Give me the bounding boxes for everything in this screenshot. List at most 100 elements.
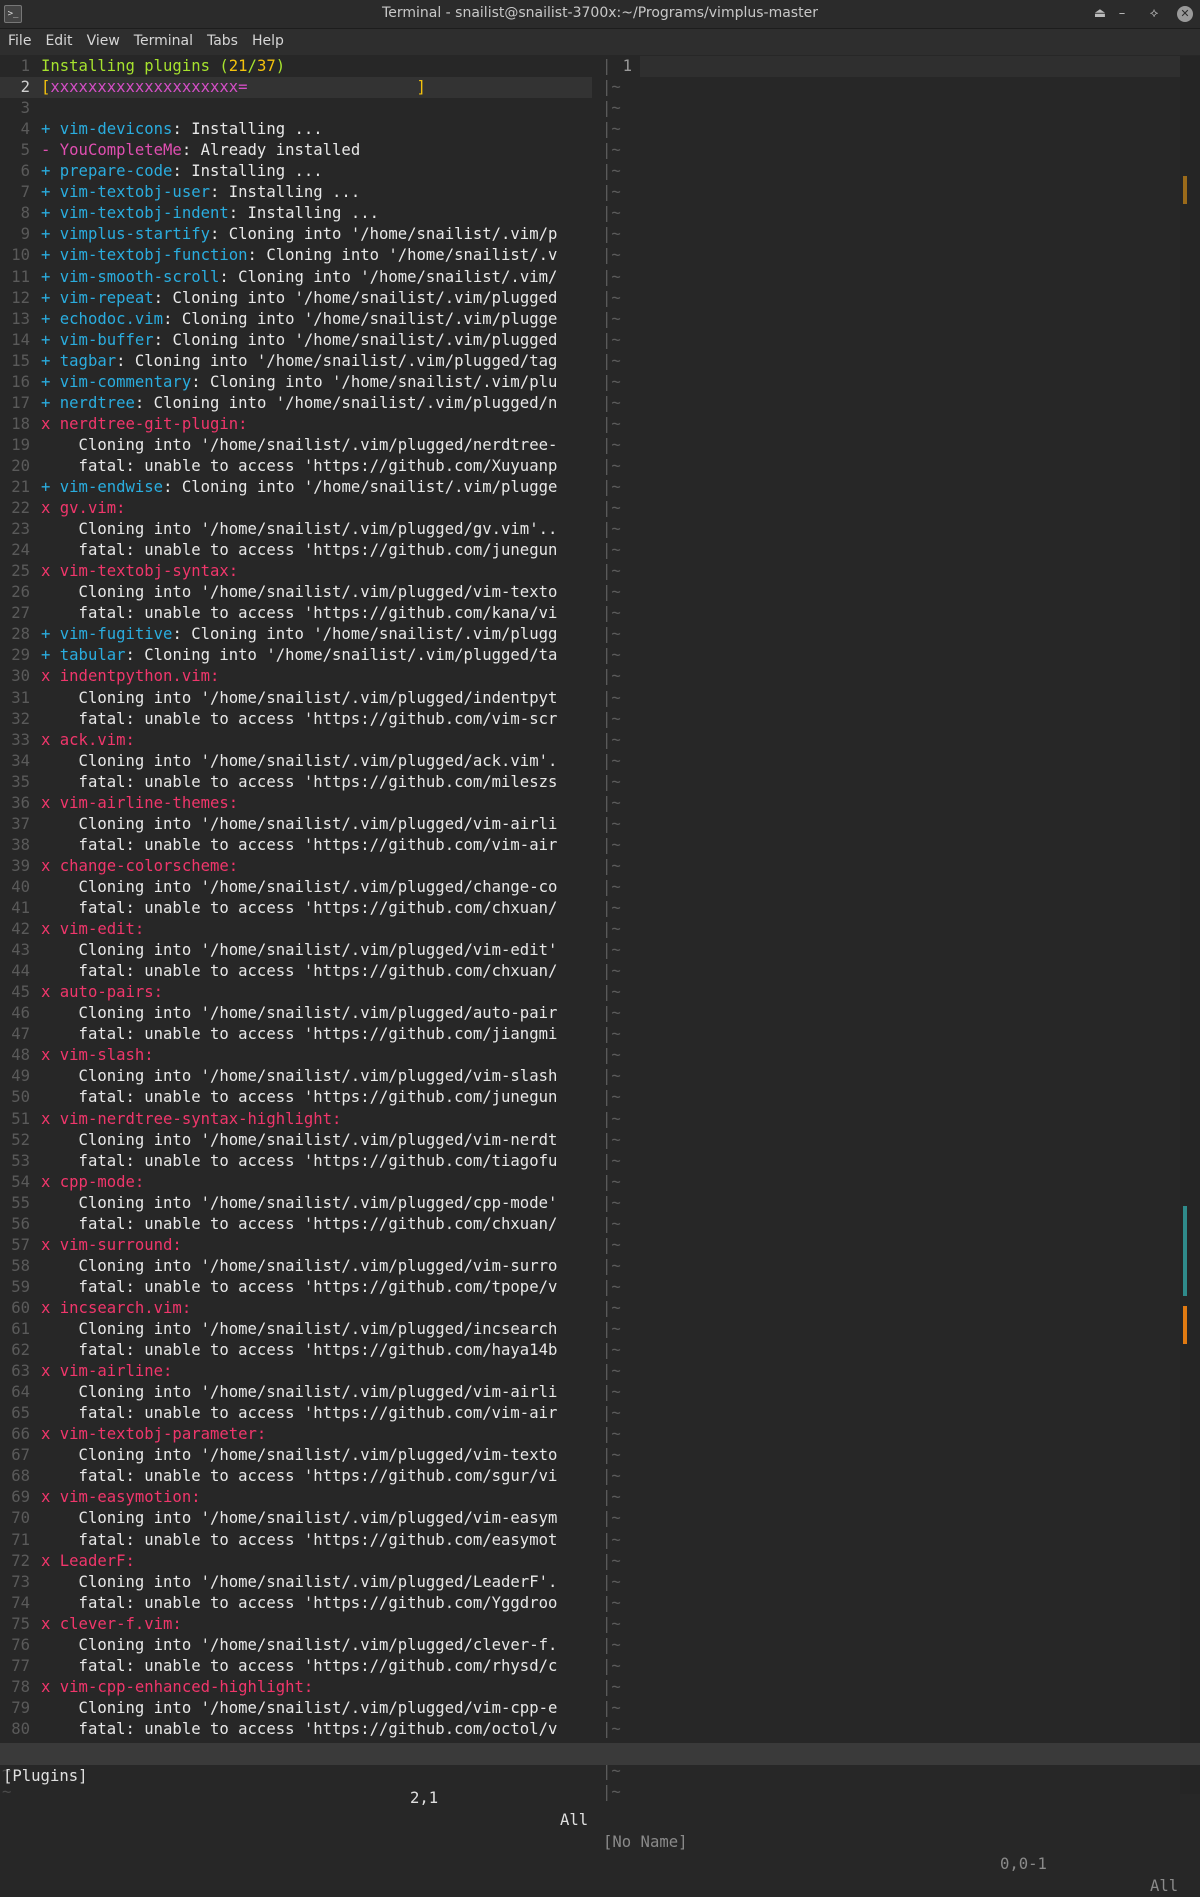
line-text: : Cloning into '/home/snailist/.vim/plug… bbox=[153, 331, 558, 349]
line-text: : Cloning into '/home/snailist/.vim/plug… bbox=[163, 478, 558, 496]
buffer-line: 61 Cloning into '/home/snailist/.vim/plu… bbox=[0, 1319, 557, 1340]
menu-edit[interactable]: Edit bbox=[38, 29, 79, 49]
terminal-area[interactable]: 1 Installing plugins (21/37) 2 [xxxxxxxxxxx… bbox=[0, 56, 1200, 1862]
buffer-line: 5 - YouCompleteMe: Already installed bbox=[0, 140, 361, 161]
line-number: 33 bbox=[11, 731, 30, 749]
buffer-line: 13 + echodoc.vim: Cloning into '/home/sna… bbox=[0, 309, 557, 330]
line-number: 73 bbox=[11, 1573, 30, 1591]
line-text: : Cloning into '/home/snailist/.v bbox=[247, 246, 558, 264]
buffer-line: 14 + vim-buffer: Cloning into '/home/snai… bbox=[0, 330, 557, 351]
line-number: 18 bbox=[11, 415, 30, 433]
line-text: x vim-easymotion: bbox=[41, 1488, 201, 1506]
menu-help[interactable]: Help bbox=[245, 29, 291, 49]
buffer-line: 49 Cloning into '/home/snailist/.vim/plu… bbox=[0, 1066, 557, 1087]
line-number: 58 bbox=[11, 1257, 30, 1275]
line-text: fatal: unable to access 'https://github.… bbox=[41, 899, 558, 917]
line-text: : Installing ... bbox=[172, 162, 323, 180]
line-text: x auto-pairs: bbox=[41, 983, 164, 1001]
menu-tabs[interactable]: Tabs bbox=[200, 29, 245, 49]
line-number: 53 bbox=[11, 1152, 30, 1170]
buffer-line: 28 + vim-fugitive: Cloning into '/home/sn… bbox=[0, 624, 557, 645]
line-number: 37 bbox=[11, 815, 30, 833]
close-button[interactable]: ✕ bbox=[1177, 6, 1193, 22]
line-text: xxxxxxxxxxxxxxxxxxxx= bbox=[50, 78, 248, 96]
buffer-line: 73 Cloning into '/home/snailist/.vim/plu… bbox=[0, 1572, 557, 1593]
line-number: 65 bbox=[11, 1404, 30, 1422]
line-number: 62 bbox=[11, 1341, 30, 1359]
line-number: 47 bbox=[11, 1025, 30, 1043]
line-number: 70 bbox=[11, 1509, 30, 1527]
right-cursor-position: 0,0-1 bbox=[1000, 1855, 1047, 1873]
line-number: 30 bbox=[11, 667, 30, 685]
line-text: + tabular bbox=[41, 646, 126, 664]
plugins-buffer-pane[interactable]: 1 Installing plugins (21/37) 2 [xxxxxxxxxxx… bbox=[0, 56, 595, 1794]
line-number: 80 bbox=[11, 1720, 30, 1738]
line-number: 26 bbox=[11, 583, 30, 601]
buffer-line: 67 Cloning into '/home/snailist/.vim/plu… bbox=[0, 1445, 557, 1466]
line-number: 11 bbox=[11, 268, 30, 286]
buffer-line: 35 fatal: unable to access 'https://gith… bbox=[0, 772, 557, 793]
line-text: fatal: unable to access 'https://github.… bbox=[41, 1404, 558, 1422]
line-text: Cloning into '/home/snailist/.vim/plugge… bbox=[41, 1636, 558, 1654]
buffer-line: 23 Cloning into '/home/snailist/.vim/plu… bbox=[0, 519, 557, 540]
buffer-line: 66 x vim-textobj-parameter: bbox=[0, 1424, 266, 1445]
menu-view[interactable]: View bbox=[80, 29, 127, 49]
line-text: Cloning into '/home/snailist/.vim/plugge… bbox=[41, 1320, 558, 1338]
line-number: 6 bbox=[20, 162, 30, 180]
menu-file[interactable]: File bbox=[0, 29, 38, 49]
buffer-line: 59 fatal: unable to access 'https://gith… bbox=[0, 1277, 557, 1298]
line-text: + vim-textobj-user bbox=[41, 183, 210, 201]
line-number: 57 bbox=[11, 1236, 30, 1254]
buffer-line: 10 + vim-textobj-function: Cloning into '… bbox=[0, 245, 557, 266]
buffer-line: 27 fatal: unable to access 'https://gith… bbox=[0, 603, 557, 624]
line-text: : Cloning into '/home/snailist/.vim/ bbox=[219, 268, 558, 286]
buffer-line: 70 Cloning into '/home/snailist/.vim/plu… bbox=[0, 1508, 557, 1529]
buffer-line: 7 + vim-textobj-user: Installing ... bbox=[0, 182, 361, 203]
line-number: 22 bbox=[11, 499, 30, 517]
line-number: 63 bbox=[11, 1362, 30, 1380]
buffer-line: 22 x gv.vim: bbox=[0, 498, 125, 519]
buffer-line: 63 x vim-airline: bbox=[0, 1361, 172, 1382]
buffer-line: 31 Cloning into '/home/snailist/.vim/plu… bbox=[0, 688, 557, 709]
buffer-line: 42 x vim-edit: bbox=[0, 919, 144, 940]
line-number: 25 bbox=[11, 562, 30, 580]
line-text: Cloning into '/home/snailist/.vim/plugge… bbox=[41, 1131, 558, 1149]
line-number: 46 bbox=[11, 1004, 30, 1022]
maximize-button[interactable]: ⟡ bbox=[1144, 4, 1164, 24]
line-number: 23 bbox=[11, 520, 30, 538]
line-text: + vim-fugitive bbox=[41, 625, 173, 643]
menu-bar: File Edit View Terminal Tabs Help bbox=[0, 29, 1200, 55]
line-text: x vim-edit: bbox=[41, 920, 145, 938]
buffer-line: 74 fatal: unable to access 'https://gith… bbox=[0, 1593, 557, 1614]
window-separator: | |~ |~ |~ |~ |~ |~ |~ |~ |~ |~ |~ |~ |~ |~ |~ |~ |~ |~ |~ |… bbox=[596, 56, 621, 1801]
line-number: 3 bbox=[20, 99, 30, 117]
line-text: fatal: unable to access 'https://github.… bbox=[41, 604, 558, 622]
line-number: 50 bbox=[11, 1088, 30, 1106]
line-text: x vim-airline: bbox=[41, 1362, 173, 1380]
line-number: 41 bbox=[11, 899, 30, 917]
buffer-line: 58 Cloning into '/home/snailist/.vim/plu… bbox=[0, 1256, 557, 1277]
menu-terminal[interactable]: Terminal bbox=[127, 29, 200, 49]
buffer-line: 79 Cloning into '/home/snailist/.vim/plu… bbox=[0, 1698, 557, 1719]
line-number: 78 bbox=[11, 1678, 30, 1696]
line-text: x clever-f.vim: bbox=[41, 1615, 182, 1633]
line-text: + vim-smooth-scroll bbox=[41, 268, 220, 286]
line-number: 51 bbox=[11, 1110, 30, 1128]
buffer-line: 6 + prepare-code: Installing ... bbox=[0, 161, 323, 182]
buffer-line: 41 fatal: unable to access 'https://gith… bbox=[0, 898, 557, 919]
buffer-line: 38 fatal: unable to access 'https://gith… bbox=[0, 835, 557, 856]
shade-button[interactable]: ⏏ bbox=[1090, 4, 1110, 24]
line-number: 59 bbox=[11, 1278, 30, 1296]
line-text: x vim-slash: bbox=[41, 1046, 154, 1064]
line-number: 2 bbox=[20, 78, 30, 96]
terminal-scrollbar[interactable] bbox=[1180, 56, 1200, 1794]
buffer-line: 26 Cloning into '/home/snailist/.vim/plu… bbox=[0, 582, 557, 603]
line-text: + echodoc.vim bbox=[41, 310, 164, 328]
line-text: fatal: unable to access 'https://github.… bbox=[41, 1531, 558, 1549]
minimize-button[interactable]: – bbox=[1112, 4, 1132, 24]
line-number: 67 bbox=[11, 1446, 30, 1464]
line-text: Cloning into '/home/snailist/.vim/plugge… bbox=[41, 1383, 558, 1401]
empty-buffer-pane[interactable]: 1 bbox=[608, 56, 1180, 1794]
buffer-line: 18 x nerdtree-git-plugin: bbox=[0, 414, 247, 435]
line-text: Cloning into '/home/snailist/.vim/plugge… bbox=[41, 520, 558, 538]
